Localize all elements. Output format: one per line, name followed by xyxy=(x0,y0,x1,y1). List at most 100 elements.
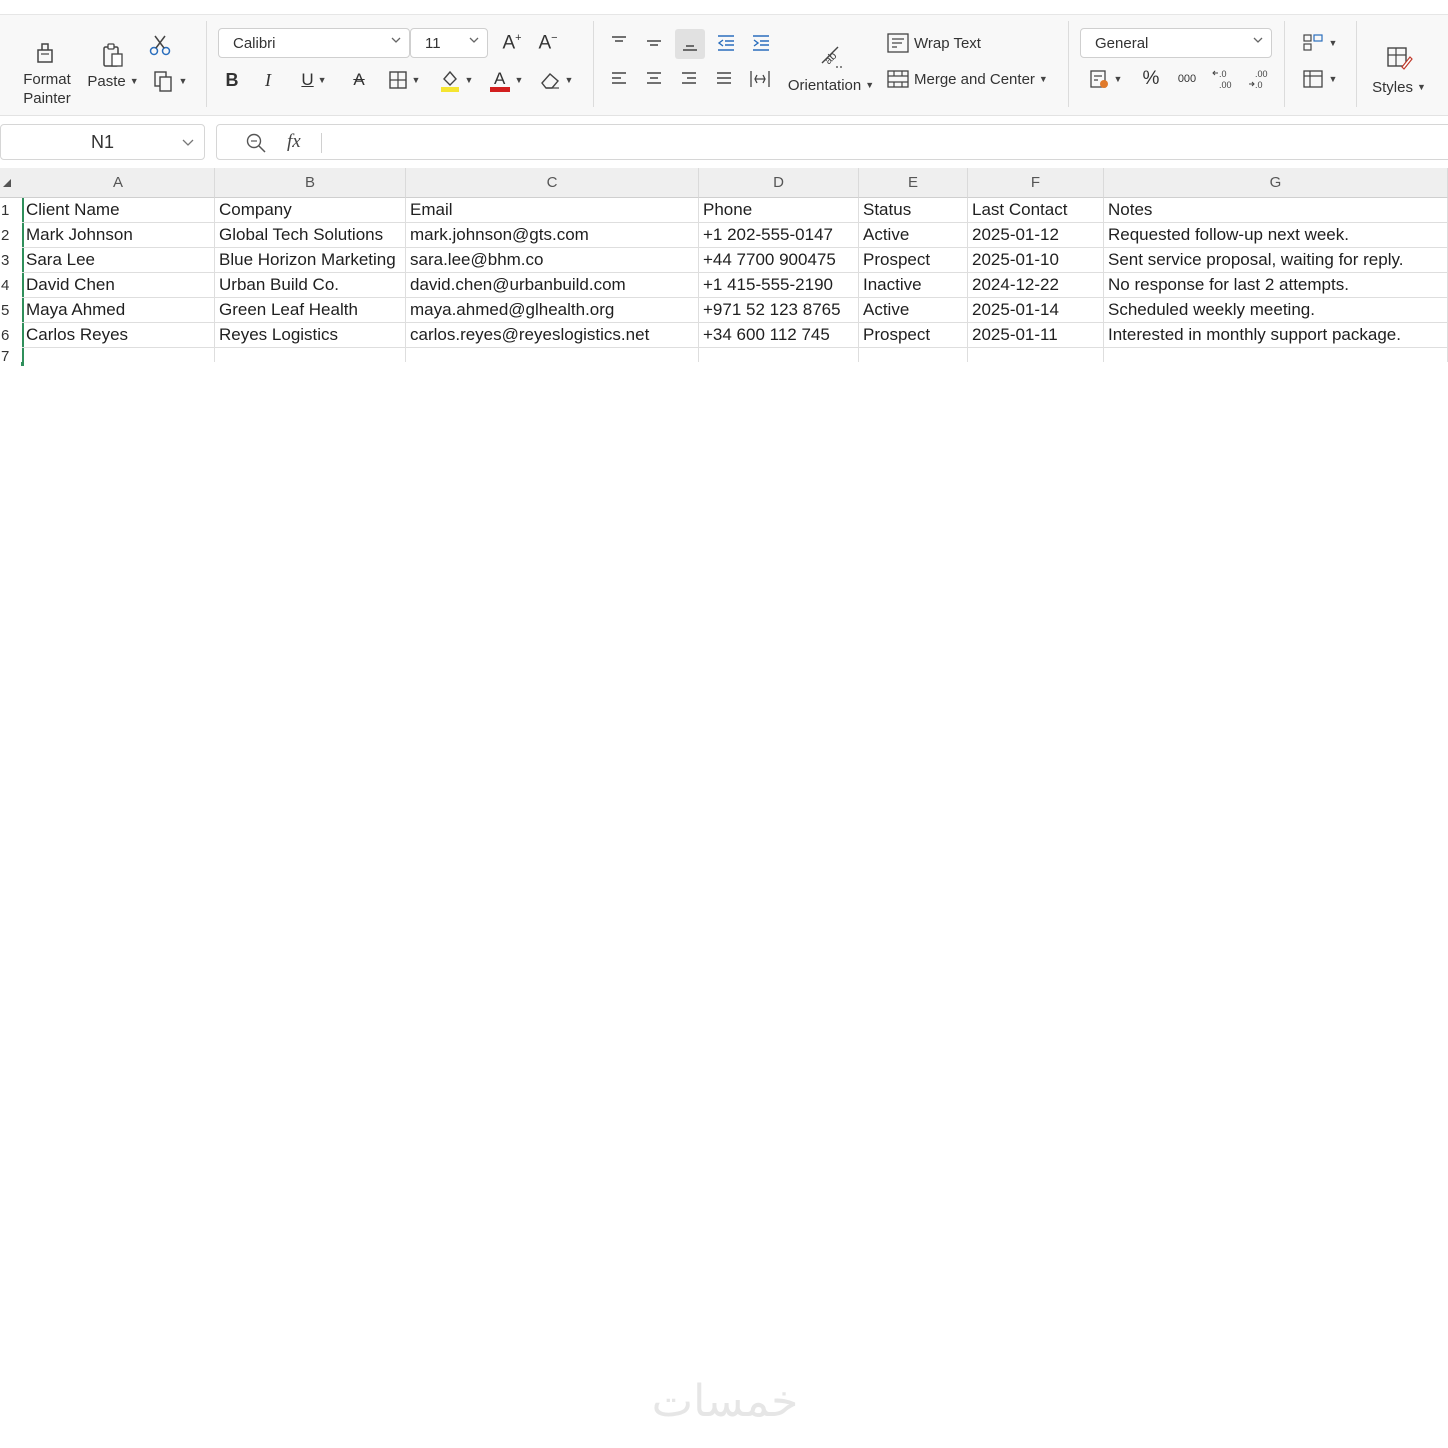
table-cell[interactable]: Inactive xyxy=(859,273,968,298)
accounting-format-button[interactable]: ▼ xyxy=(1084,65,1126,93)
table-cell[interactable] xyxy=(22,348,215,362)
table-cell[interactable]: Global Tech Solutions xyxy=(215,223,406,248)
header-cell[interactable]: Email xyxy=(406,198,699,223)
table-cell[interactable]: +34 600 112 745 xyxy=(699,323,859,348)
table-cell[interactable] xyxy=(215,348,406,362)
row-header-4[interactable]: 4 xyxy=(0,273,22,298)
align-center-button[interactable] xyxy=(640,65,668,93)
formula-bar[interactable]: fx xyxy=(216,124,1448,160)
table-cell[interactable]: Sara Lee xyxy=(22,248,215,273)
distributed-button[interactable] xyxy=(746,65,774,93)
column-header-g[interactable]: G xyxy=(1104,168,1448,198)
row-header-5[interactable]: 5 xyxy=(0,298,22,323)
header-cell[interactable]: Notes xyxy=(1104,198,1448,223)
paste-button[interactable]: Paste ▼ xyxy=(86,35,140,95)
align-bottom-button[interactable] xyxy=(675,29,705,59)
format-as-table-button[interactable]: ▼ xyxy=(1296,65,1342,93)
table-cell[interactable]: +1 202-555-0147 xyxy=(699,223,859,248)
table-cell[interactable] xyxy=(699,348,859,362)
conditional-formatting-button[interactable]: ▼ xyxy=(1296,29,1342,57)
percent-style-button[interactable]: % xyxy=(1138,65,1164,93)
table-cell[interactable]: david.chen@urbanbuild.com xyxy=(406,273,699,298)
decrease-indent-button[interactable] xyxy=(712,29,740,57)
align-middle-button[interactable] xyxy=(640,29,668,57)
format-painter-button[interactable]: Format Painter xyxy=(14,35,80,111)
table-cell[interactable] xyxy=(859,348,968,362)
select-all-corner[interactable] xyxy=(0,168,22,198)
increase-decimal-button[interactable]: .0 .00 xyxy=(1208,65,1238,93)
fill-color-button[interactable]: ▼ xyxy=(436,65,476,95)
styles-button[interactable]: Styles ▼ xyxy=(1364,33,1434,105)
table-cell[interactable]: Scheduled weekly meeting. xyxy=(1104,298,1448,323)
align-left-button[interactable] xyxy=(605,65,633,93)
column-header-f[interactable]: F xyxy=(968,168,1104,198)
table-cell[interactable]: Reyes Logistics xyxy=(215,323,406,348)
table-cell[interactable]: Green Leaf Health xyxy=(215,298,406,323)
table-cell[interactable]: Interested in monthly support package. xyxy=(1104,323,1448,348)
table-cell[interactable]: Active xyxy=(859,298,968,323)
decrease-decimal-button[interactable]: .00 .0 xyxy=(1244,65,1274,93)
table-cell[interactable]: Urban Build Co. xyxy=(215,273,406,298)
table-cell[interactable]: Maya Ahmed xyxy=(22,298,215,323)
align-top-button[interactable] xyxy=(605,29,633,57)
table-cell[interactable] xyxy=(1104,348,1448,362)
table-cell[interactable]: 2024-12-22 xyxy=(968,273,1104,298)
table-cell[interactable]: No response for last 2 attempts. xyxy=(1104,273,1448,298)
merge-center-button[interactable]: Merge and Center ▼ xyxy=(886,65,1056,93)
decrease-font-size-button[interactable]: A− xyxy=(536,31,560,55)
strikethrough-button[interactable]: A xyxy=(346,67,372,93)
table-cell[interactable]: sara.lee@bhm.co xyxy=(406,248,699,273)
italic-button[interactable]: I xyxy=(256,67,280,93)
zoom-function-icon[interactable] xyxy=(245,132,267,154)
font-size-select[interactable]: 11 xyxy=(410,28,488,58)
row-header-6[interactable]: 6 xyxy=(0,323,22,348)
header-cell[interactable]: Status xyxy=(859,198,968,223)
table-cell[interactable]: Sent service proposal, waiting for reply… xyxy=(1104,248,1448,273)
table-cell[interactable] xyxy=(406,348,699,362)
table-cell[interactable]: Prospect xyxy=(859,248,968,273)
column-header-d[interactable]: D xyxy=(699,168,859,198)
table-cell[interactable]: David Chen xyxy=(22,273,215,298)
table-cell[interactable]: Requested follow-up next week. xyxy=(1104,223,1448,248)
column-header-a[interactable]: A xyxy=(22,168,215,198)
header-cell[interactable]: Phone xyxy=(699,198,859,223)
column-header-b[interactable]: B xyxy=(215,168,406,198)
column-header-e[interactable]: E xyxy=(859,168,968,198)
table-cell[interactable]: Carlos Reyes xyxy=(22,323,215,348)
table-cell[interactable]: +44 7700 900475 xyxy=(699,248,859,273)
align-right-button[interactable] xyxy=(675,65,703,93)
row-header-3[interactable]: 3 xyxy=(0,248,22,273)
comma-style-button[interactable]: 000 xyxy=(1172,65,1202,93)
row-header-7[interactable]: 7 xyxy=(0,348,22,362)
table-cell[interactable]: 2025-01-14 xyxy=(968,298,1104,323)
increase-font-size-button[interactable]: A+ xyxy=(500,31,524,55)
row-header-1[interactable]: 1 xyxy=(0,198,22,223)
table-cell[interactable]: 2025-01-10 xyxy=(968,248,1104,273)
function-icon[interactable]: fx xyxy=(287,131,301,153)
bold-button[interactable]: B xyxy=(220,67,244,93)
copy-button[interactable]: ▼ xyxy=(148,67,190,95)
table-cell[interactable]: +1 415-555-2190 xyxy=(699,273,859,298)
underline-button[interactable]: U ▼ xyxy=(294,67,334,93)
orientation-button[interactable]: ab Orientation ▼ xyxy=(784,29,878,105)
header-cell[interactable]: Client Name xyxy=(22,198,215,223)
number-format-select[interactable]: General xyxy=(1080,28,1272,58)
wrap-text-button[interactable]: Wrap Text xyxy=(886,29,990,57)
table-cell[interactable]: carlos.reyes@reyeslogistics.net xyxy=(406,323,699,348)
justify-button[interactable] xyxy=(710,65,738,93)
name-box[interactable]: N1 xyxy=(0,124,205,160)
header-cell[interactable]: Company xyxy=(215,198,406,223)
column-header-c[interactable]: C xyxy=(406,168,699,198)
font-color-button[interactable]: A ▼ xyxy=(486,65,526,95)
table-cell[interactable]: +971 52 123 8765 xyxy=(699,298,859,323)
table-cell[interactable]: mark.johnson@gts.com xyxy=(406,223,699,248)
row-header-2[interactable]: 2 xyxy=(0,223,22,248)
header-cell[interactable]: Last Contact xyxy=(968,198,1104,223)
table-cell[interactable]: Active xyxy=(859,223,968,248)
table-cell[interactable]: 2025-01-11 xyxy=(968,323,1104,348)
table-cell[interactable]: maya.ahmed@glhealth.org xyxy=(406,298,699,323)
table-cell[interactable]: Prospect xyxy=(859,323,968,348)
table-cell[interactable] xyxy=(968,348,1104,362)
borders-button[interactable]: ▼ xyxy=(384,67,424,93)
table-cell[interactable]: 2025-01-12 xyxy=(968,223,1104,248)
